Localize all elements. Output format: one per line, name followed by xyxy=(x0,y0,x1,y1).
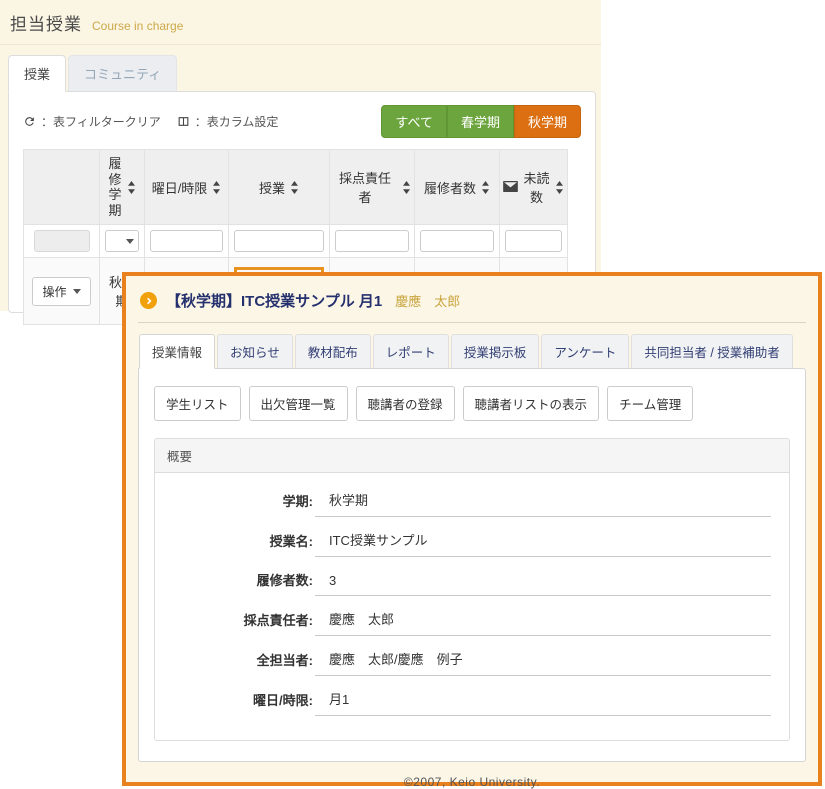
field-grader: 採点責任者: 慶應 太郎 xyxy=(155,609,771,636)
copyright-footer: ©2007, Keio University. xyxy=(138,762,806,789)
summary-panel-title: 概要 xyxy=(155,439,789,473)
tab-announcements[interactable]: お知らせ xyxy=(217,334,293,368)
field-label: 学期: xyxy=(155,491,313,517)
attendance-list-button[interactable]: 出欠管理一覧 xyxy=(249,386,348,421)
tab-reports[interactable]: レポート xyxy=(373,334,449,368)
field-day-period: 曜日/時限: 月1 xyxy=(155,689,771,716)
col-unread[interactable]: 未読数 xyxy=(500,150,568,225)
semester-filter-group: すべて 春学期 秋学期 xyxy=(381,105,581,138)
table-header-row: 履修学期 曜日/時限 授業 採点責任者 xyxy=(24,150,568,225)
sort-icon xyxy=(212,181,221,194)
field-value: 慶應 太郎 xyxy=(315,609,771,636)
summary-panel: 概要 学期: 秋学期 授業名: ITC授業サンプル 履修者数: 3 xyxy=(154,438,790,741)
field-enrolled-count: 履修者数: 3 xyxy=(155,570,771,596)
field-value: 秋学期 xyxy=(315,490,771,517)
field-value: ITC授業サンプル xyxy=(315,530,771,557)
auditor-list-button[interactable]: 聴講者リストの表示 xyxy=(463,386,600,421)
main-tab-bar: 授業 コミュニティ xyxy=(8,55,601,91)
semester-filter-select[interactable] xyxy=(105,230,139,252)
tab-courses[interactable]: 授業 xyxy=(8,55,66,92)
filter-spring-button[interactable]: 春学期 xyxy=(447,105,514,138)
chevron-right-icon xyxy=(140,292,157,309)
course-instructor: 慶應 太郎 xyxy=(395,291,460,310)
field-label: 全担当者: xyxy=(155,650,313,676)
filter-enrolled-input[interactable] xyxy=(420,230,494,252)
col-grader[interactable]: 採点責任者 xyxy=(330,150,415,225)
field-label: 授業名: xyxy=(155,531,313,557)
page-subtitle: Course in charge xyxy=(92,19,183,33)
column-config-control[interactable]: ：表カラム設定 xyxy=(177,113,279,130)
filter-course-input[interactable] xyxy=(234,230,324,252)
filter-clear-label: ：表フィルタークリア xyxy=(41,113,161,130)
course-detail-title: 【秋学期】ITC授業サンプル 月1 xyxy=(166,290,382,311)
course-info-panel: 学生リスト 出欠管理一覧 聴講者の登録 聴講者リストの表示 チーム管理 概要 学… xyxy=(138,368,806,762)
course-detail-window: 【秋学期】ITC授業サンプル 月1 慶應 太郎 授業情報 お知らせ 教材配布 レ… xyxy=(122,272,822,786)
summary-panel-body: 学期: 秋学期 授業名: ITC授業サンプル 履修者数: 3 採点責任者: 慶應… xyxy=(155,473,789,726)
col-course[interactable]: 授業 xyxy=(229,150,330,225)
column-config-label: ：表カラム設定 xyxy=(195,113,279,130)
col-actions xyxy=(24,150,100,225)
field-label: 採点責任者: xyxy=(155,610,313,636)
field-semester: 学期: 秋学期 xyxy=(155,490,771,517)
col-day-period[interactable]: 曜日/時限 xyxy=(145,150,229,225)
table-toolbar: ：表フィルタークリア ：表カラム設定 すべて 春学期 秋学期 xyxy=(9,92,595,149)
field-all-instructors: 全担当者: 慶應 太郎/慶應 例子 xyxy=(155,649,771,676)
tab-materials[interactable]: 教材配布 xyxy=(295,334,371,368)
filter-grader-input[interactable] xyxy=(335,230,409,252)
filter-actions-input xyxy=(34,230,90,252)
col-semester[interactable]: 履修学期 xyxy=(100,150,145,225)
team-management-button[interactable]: チーム管理 xyxy=(607,386,693,421)
field-label: 曜日/時限: xyxy=(155,690,313,716)
screen: 担当授業 Course in charge 授業 コミュニティ ：表フィルターク… xyxy=(0,0,825,789)
sort-icon xyxy=(127,181,136,194)
caret-down-icon xyxy=(73,289,81,294)
tab-community[interactable]: コミュニティ xyxy=(68,55,177,91)
field-value: 慶應 太郎/慶應 例子 xyxy=(315,649,771,676)
table-filter-row xyxy=(24,225,568,258)
sort-icon xyxy=(481,181,490,194)
header-divider xyxy=(0,44,601,45)
mail-icon xyxy=(503,180,518,195)
sort-icon xyxy=(402,181,411,194)
field-value: 3 xyxy=(315,573,771,596)
course-list-page: 担当授業 Course in charge 授業 コミュニティ ：表フィルターク… xyxy=(0,0,601,311)
tab-co-instructors[interactable]: 共同担当者 / 授業補助者 xyxy=(631,334,792,368)
page-header: 担当授業 Course in charge xyxy=(0,0,601,35)
student-list-button[interactable]: 学生リスト xyxy=(154,386,241,421)
sort-icon xyxy=(290,181,299,194)
field-label: 履修者数: xyxy=(155,570,313,596)
filter-all-button[interactable]: すべて xyxy=(381,105,447,138)
filter-unread-input[interactable] xyxy=(505,230,562,252)
course-action-buttons: 学生リスト 出欠管理一覧 聴講者の登録 聴講者リストの表示 チーム管理 xyxy=(154,386,790,421)
tab-survey[interactable]: アンケート xyxy=(541,334,629,368)
course-detail-tab-bar: 授業情報 お知らせ 教材配布 レポート 授業掲示板 アンケート 共同担当者 / … xyxy=(138,334,806,368)
refresh-icon xyxy=(23,115,36,128)
field-course-name: 授業名: ITC授業サンプル xyxy=(155,530,771,557)
tab-bulletin-board[interactable]: 授業掲示板 xyxy=(451,334,540,368)
field-value: 月1 xyxy=(315,689,771,716)
filter-clear-control[interactable]: ：表フィルタークリア xyxy=(23,113,161,130)
course-detail-header: 【秋学期】ITC授業サンプル 月1 慶應 太郎 xyxy=(138,284,806,315)
page-title: 担当授業 xyxy=(10,10,82,35)
tab-course-info[interactable]: 授業情報 xyxy=(139,334,215,369)
filter-fall-button[interactable]: 秋学期 xyxy=(514,105,581,138)
col-enrolled[interactable]: 履修者数 xyxy=(415,150,500,225)
auditor-register-button[interactable]: 聴講者の登録 xyxy=(356,386,455,421)
row-actions-button[interactable]: 操作 xyxy=(32,277,90,306)
sort-icon xyxy=(555,181,564,194)
column-settings-icon xyxy=(177,115,190,128)
overlay-divider xyxy=(138,322,806,323)
filter-day-period-input[interactable] xyxy=(150,230,223,252)
